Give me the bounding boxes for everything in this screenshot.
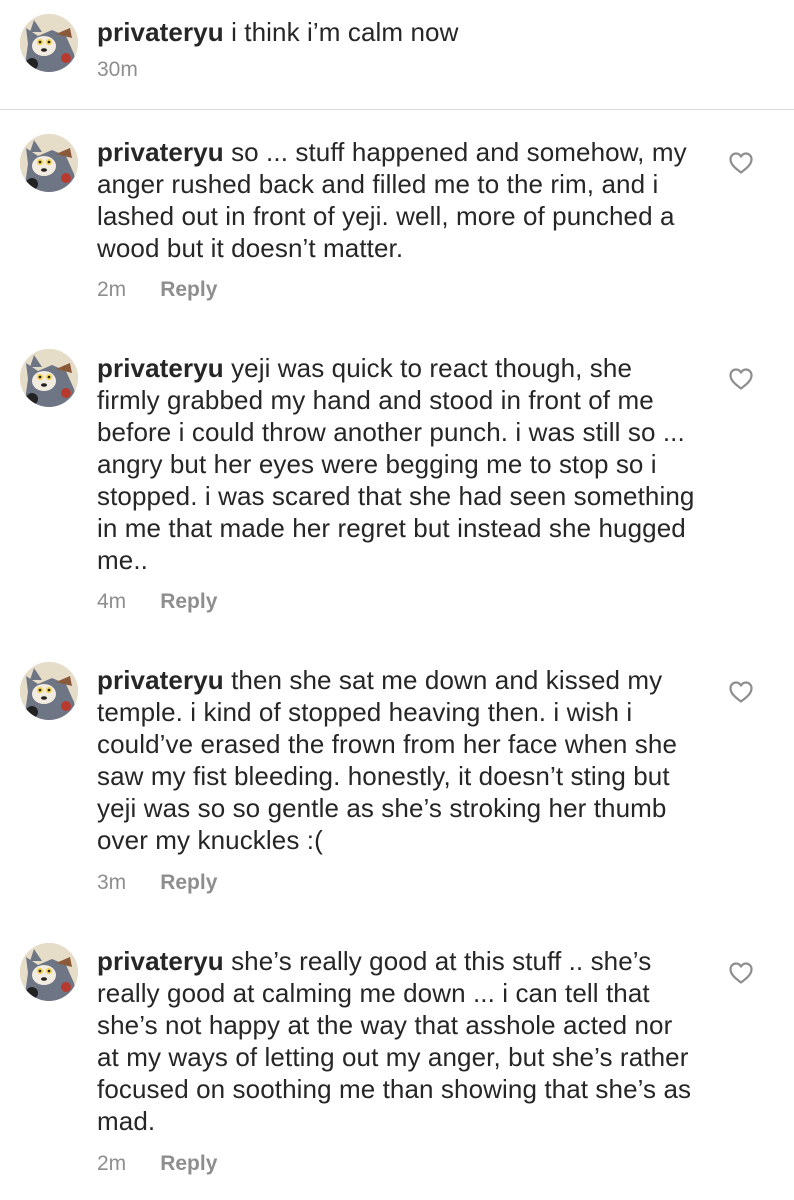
avatar[interactable]	[20, 14, 78, 72]
like-button[interactable]	[728, 961, 754, 985]
reply-button[interactable]: Reply	[160, 1152, 217, 1175]
comment-meta: 2m Reply	[97, 1151, 217, 1177]
comment-username[interactable]: privateryu	[97, 137, 224, 167]
post-caption: privateryu i think i’m calm now 30m	[0, 0, 794, 110]
avatar[interactable]	[20, 662, 78, 720]
cartoon-cat-avatar-icon	[20, 662, 78, 720]
comment-username[interactable]: privateryu	[97, 665, 224, 695]
comment-text: privateryu yeji was quick to react thoug…	[97, 352, 697, 576]
heart-outline-icon	[729, 368, 753, 390]
heart-outline-icon	[729, 962, 753, 984]
avatar[interactable]	[20, 349, 78, 407]
like-button[interactable]	[728, 151, 754, 175]
comment-meta: 3m Reply	[97, 870, 217, 896]
reply-button[interactable]: Reply	[160, 871, 217, 894]
comment-meta: 2m Reply	[97, 277, 217, 303]
comment-time: 3m	[97, 871, 127, 894]
comment-meta: 4m Reply	[97, 589, 217, 615]
comment-body: yeji was quick to react though, she firm…	[97, 353, 695, 575]
heart-outline-icon	[729, 681, 753, 703]
like-button[interactable]	[728, 367, 754, 391]
avatar[interactable]	[20, 134, 78, 192]
heart-outline-icon	[729, 152, 753, 174]
comment-username[interactable]: privateryu	[97, 353, 224, 383]
cartoon-cat-avatar-icon	[20, 14, 78, 72]
comment-text: privateryu she’s really good at this stu…	[97, 945, 697, 1137]
cartoon-cat-avatar-icon	[20, 134, 78, 192]
comment-text: privateryu then she sat me down and kiss…	[97, 664, 697, 856]
cartoon-cat-avatar-icon	[20, 943, 78, 1001]
cartoon-cat-avatar-icon	[20, 349, 78, 407]
like-button[interactable]	[728, 680, 754, 704]
caption-username[interactable]: privateryu	[97, 17, 224, 47]
comment-text: privateryu so ... stuff happened and som…	[97, 136, 697, 264]
caption-text: privateryu i think i’m calm now	[97, 16, 697, 48]
comment-time: 2m	[97, 1152, 127, 1175]
comment-time: 2m	[97, 278, 127, 301]
reply-button[interactable]: Reply	[160, 590, 217, 613]
comment-time: 4m	[97, 590, 127, 613]
comment-username[interactable]: privateryu	[97, 946, 224, 976]
caption-body: i think i’m calm now	[231, 17, 459, 47]
caption-meta: 30m	[97, 57, 138, 83]
avatar[interactable]	[20, 943, 78, 1001]
caption-time: 30m	[97, 58, 138, 81]
reply-button[interactable]: Reply	[160, 278, 217, 301]
